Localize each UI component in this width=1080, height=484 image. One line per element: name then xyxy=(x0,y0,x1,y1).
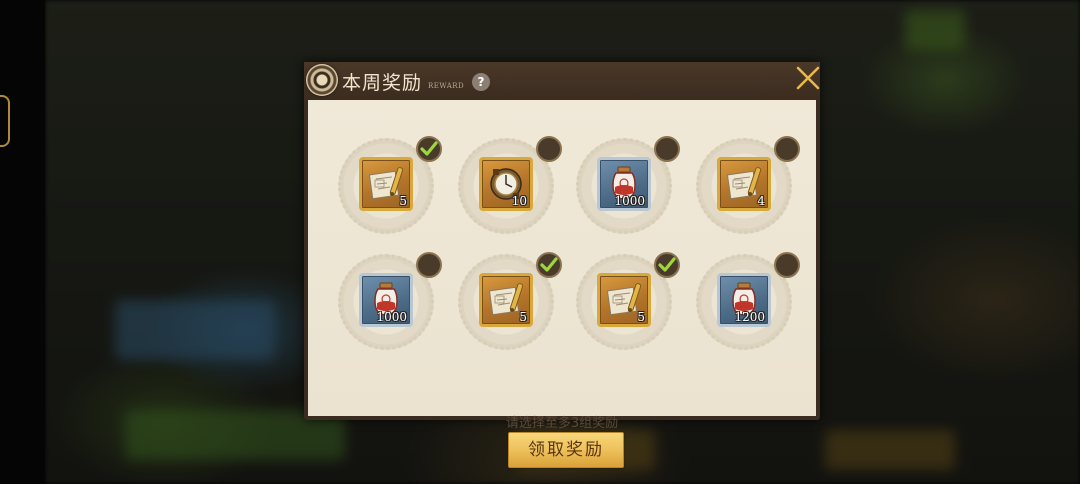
reward-quantity: 4 xyxy=(757,194,765,208)
emblem-icon xyxy=(306,64,338,96)
left-edge-bar xyxy=(0,0,45,484)
reward-slot[interactable]: 5 xyxy=(336,136,442,236)
reward-item[interactable]: 1000 xyxy=(359,273,413,327)
reward-quantity: 1000 xyxy=(376,310,407,324)
selected-checkbox[interactable] xyxy=(536,252,562,278)
dialog-header: 本周奖励 REWARD ? xyxy=(304,62,820,100)
reward-slot[interactable]: 5 xyxy=(456,252,562,352)
unselected-checkbox[interactable] xyxy=(654,136,680,162)
reward-item[interactable]: 10 xyxy=(479,157,533,211)
unselected-checkbox[interactable] xyxy=(774,252,800,278)
reward-slot[interactable]: 4 xyxy=(694,136,800,236)
help-button[interactable]: ? xyxy=(472,73,490,91)
close-icon xyxy=(796,66,820,90)
claim-reward-button[interactable]: 领取奖励 xyxy=(508,432,624,468)
reward-item[interactable]: 5 xyxy=(479,273,533,327)
dialog-title: 本周奖励 xyxy=(342,72,423,94)
dialog-subtitle: REWARD xyxy=(428,82,465,90)
unselected-checkbox[interactable] xyxy=(774,136,800,162)
selection-hint: 请选择至多3组奖励 xyxy=(505,416,619,431)
reward-quantity: 5 xyxy=(399,194,407,208)
unselected-checkbox[interactable] xyxy=(536,136,562,162)
side-tab-icon[interactable] xyxy=(0,95,10,147)
selected-checkbox[interactable] xyxy=(654,252,680,278)
unselected-checkbox[interactable] xyxy=(416,252,442,278)
reward-slot[interactable]: 1000 xyxy=(336,252,442,352)
reward-slot[interactable]: 5 xyxy=(574,252,680,352)
reward-slot[interactable]: 1200 xyxy=(694,252,800,352)
reward-item[interactable]: 4 xyxy=(717,157,771,211)
reward-slot[interactable]: 10 xyxy=(456,136,562,236)
reward-item[interactable]: 1200 xyxy=(717,273,771,327)
reward-quantity: 5 xyxy=(637,310,645,324)
reward-slot[interactable]: 1000 xyxy=(574,136,680,236)
weekly-reward-dialog: 本周奖励 REWARD ? 5 10 1000 4 1000 5 5 1200 请选择至多3组… xyxy=(304,62,820,468)
checkmark-icon xyxy=(658,257,676,272)
reward-item[interactable]: 5 xyxy=(597,273,651,327)
checkmark-icon xyxy=(540,257,558,272)
reward-quantity: 5 xyxy=(519,310,527,324)
selected-checkbox[interactable] xyxy=(416,136,442,162)
checkmark-icon xyxy=(420,141,438,156)
reward-panel: 5 10 1000 4 1000 5 5 1200 请选择至多3组奖励 领取奖励 xyxy=(308,100,816,468)
reward-quantity: 10 xyxy=(511,194,527,208)
reward-item[interactable]: 5 xyxy=(359,157,413,211)
close-button[interactable] xyxy=(794,64,822,92)
reward-quantity: 1200 xyxy=(734,310,765,324)
reward-quantity: 1000 xyxy=(614,194,645,208)
reward-item[interactable]: 1000 xyxy=(597,157,651,211)
